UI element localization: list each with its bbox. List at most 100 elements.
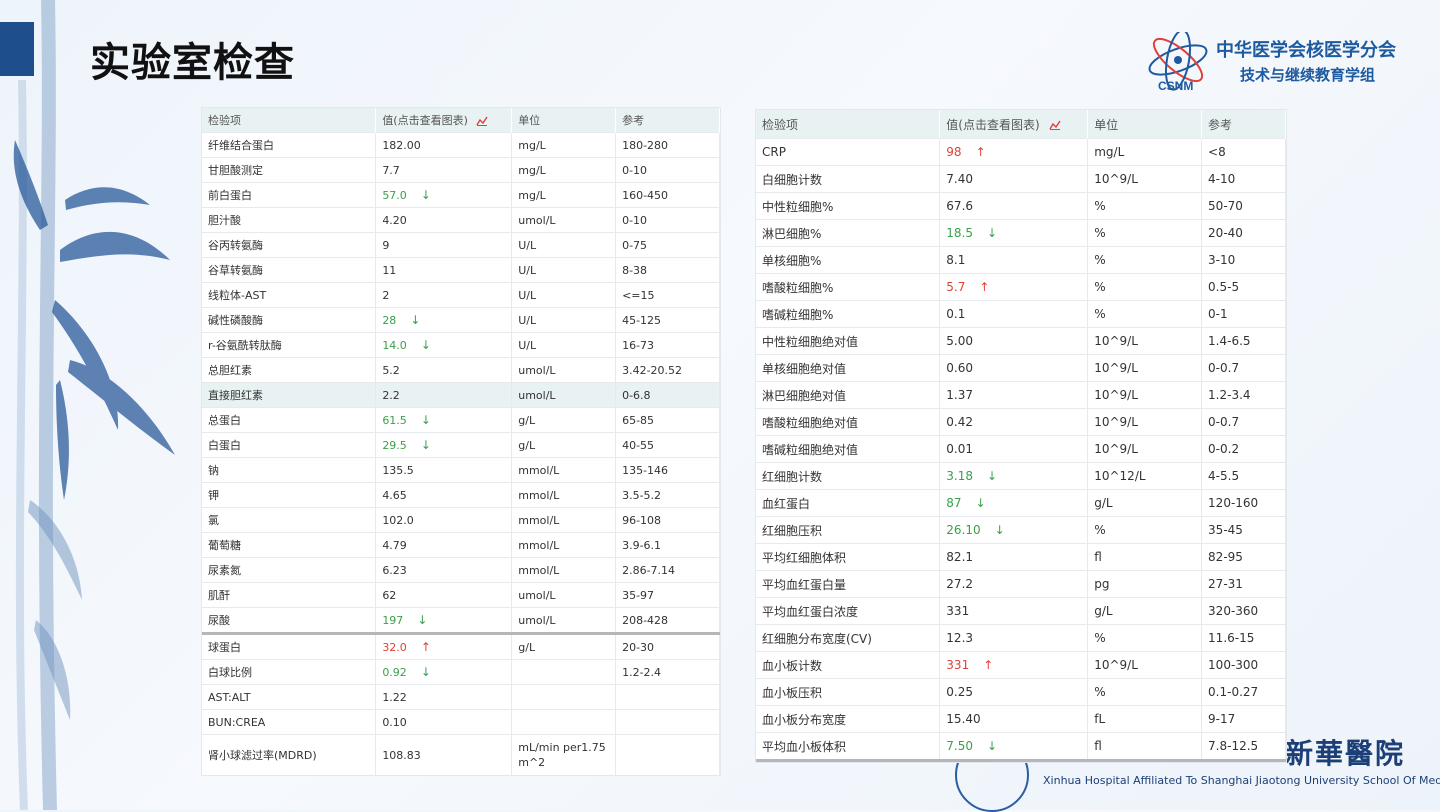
table-row[interactable]: 红细胞压积 26.10 ↓% 35-45	[756, 516, 1286, 544]
cell-value[interactable]: 57.0 ↓	[375, 182, 513, 208]
table-row[interactable]: r-谷氨酰转肽酶 14.0 ↓ U/L 16-73	[202, 332, 720, 358]
cell-value[interactable]: 62	[375, 582, 513, 608]
table-row[interactable]: 嗜酸粒细胞% 5.7 ↑% 0.5-5	[756, 273, 1286, 301]
table-row[interactable]: 直接胆红素 2.2 umol/L 0-6.8	[202, 382, 720, 408]
table-row[interactable]: 钾 4.65 mmol/L 3.5-5.2	[202, 482, 720, 508]
table-row[interactable]: 钠 135.5 mmol/L 135-146	[202, 457, 720, 483]
table-row[interactable]: 淋巴细胞绝对值 1.37 10^9/L 1.2-3.4	[756, 381, 1286, 409]
col-header-value[interactable]: 值(点击查看图表)	[939, 110, 1089, 139]
table-row[interactable]: 平均血红蛋白浓度 331 g/L 320-360	[756, 597, 1286, 625]
cell-value[interactable]: 87 ↓	[939, 489, 1089, 517]
table-row[interactable]: 平均红细胞体积 82.1 fl 82-95	[756, 543, 1286, 571]
cell-value[interactable]: 29.5 ↓	[375, 432, 513, 458]
cell-value[interactable]: 61.5 ↓	[375, 407, 513, 433]
cell-value[interactable]: 182.00	[375, 132, 513, 158]
table-row[interactable]: 尿酸 197 ↓ umol/L 208-428	[202, 607, 720, 634]
table-row[interactable]: 白细胞计数 7.40 10^9/L 4-10	[756, 165, 1286, 193]
table-row[interactable]: 球蛋白 32.0 ↑ g/L 20-30	[202, 632, 720, 660]
cell-value[interactable]: 26.10 ↓	[939, 516, 1089, 544]
table-row[interactable]: 线粒体-AST 2 U/L <=15	[202, 282, 720, 308]
cell-value[interactable]: 7.40	[939, 165, 1089, 193]
cell-value[interactable]: 197 ↓	[375, 607, 513, 634]
table-row[interactable]: 单核细胞% 8.1% 3-10	[756, 246, 1286, 274]
cell-value[interactable]: 0.25	[939, 678, 1089, 706]
table-row[interactable]: 谷丙转氨酶 9 U/L 0-75	[202, 232, 720, 258]
cell-value[interactable]: 82.1	[939, 543, 1089, 571]
cell-value[interactable]: 4.20	[375, 207, 513, 233]
cell-value[interactable]: 7.7	[375, 157, 513, 183]
cell-value[interactable]: 331 ↑	[939, 651, 1089, 679]
cell-value[interactable]: 8.1	[939, 246, 1089, 274]
cell-value[interactable]: 2.2	[375, 382, 513, 408]
table-row[interactable]: 尿素氮 6.23 mmol/L 2.86-7.14	[202, 557, 720, 583]
cell-value[interactable]: 135.5	[375, 457, 513, 483]
table-row[interactable]: 平均血小板体积 7.50 ↓ fl 7.8-12.5	[756, 732, 1286, 762]
cell-value[interactable]: 27.2	[939, 570, 1089, 598]
cell-value[interactable]: 6.23	[375, 557, 513, 583]
cell-value[interactable]: 7.50 ↓	[939, 732, 1089, 762]
cell-value[interactable]: 5.2	[375, 357, 513, 383]
line-chart-icon[interactable]	[1048, 120, 1061, 130]
table-row[interactable]: 总胆红素 5.2 umol/L 3.42-20.52	[202, 357, 720, 383]
cell-value[interactable]: 67.6	[939, 192, 1089, 220]
table-row[interactable]: 嗜碱粒细胞% 0.1% 0-1	[756, 300, 1286, 328]
table-row[interactable]: 总蛋白 61.5 ↓ g/L 65-85	[202, 407, 720, 433]
cell-value[interactable]: 4.79	[375, 532, 513, 558]
table-row[interactable]: 平均血红蛋白量 27.2 pg 27-31	[756, 570, 1286, 598]
cell-value[interactable]: 11	[375, 257, 513, 283]
cell-value[interactable]: 0.60	[939, 354, 1089, 382]
cell-value[interactable]: 5.7 ↑	[939, 273, 1089, 301]
table-row[interactable]: 红细胞计数 3.18 ↓ 10^12/L 4-5.5	[756, 462, 1286, 490]
table-row[interactable]: 谷草转氨酶 11 U/L 8-38	[202, 257, 720, 283]
cell-value[interactable]: 1.22	[375, 684, 513, 710]
cell-value[interactable]: 0.42	[939, 408, 1089, 436]
cell-value[interactable]: 18.5 ↓	[939, 219, 1089, 247]
table-row[interactable]: 中性粒细胞% 67.6% 50-70	[756, 192, 1286, 220]
table-row[interactable]: 白球比例 0.92 ↓ 1.2-2.4	[202, 659, 720, 685]
table-row[interactable]: 血红蛋白 87 ↓ g/L 120-160	[756, 489, 1286, 517]
cell-value[interactable]: 331	[939, 597, 1089, 625]
table-row[interactable]: BUN:CREA 0.10	[202, 709, 720, 735]
table-row[interactable]: 单核细胞绝对值 0.60 10^9/L 0-0.7	[756, 354, 1286, 382]
cell-value[interactable]: 5.00	[939, 327, 1089, 355]
table-row[interactable]: AST:ALT 1.22	[202, 684, 720, 710]
table-row[interactable]: 嗜酸粒细胞绝对值 0.42 10^9/L 0-0.7	[756, 408, 1286, 436]
table-row[interactable]: 淋巴细胞% 18.5 ↓% 20-40	[756, 219, 1286, 247]
cell-value[interactable]: 102.0	[375, 507, 513, 533]
cell-value[interactable]: 28 ↓	[375, 307, 513, 333]
table-row[interactable]: 纤维结合蛋白 182.00 mg/L 180-280	[202, 132, 720, 158]
cell-value[interactable]: 2	[375, 282, 513, 308]
table-row[interactable]: 血小板压积 0.25% 0.1-0.27	[756, 678, 1286, 706]
col-header-value[interactable]: 值(点击查看图表)	[375, 108, 513, 133]
table-row[interactable]: CRP 98 ↑ mg/L <8	[756, 138, 1286, 166]
cell-value[interactable]: 0.92 ↓	[375, 659, 513, 685]
table-row[interactable]: 白蛋白 29.5 ↓ g/L 40-55	[202, 432, 720, 458]
table-row[interactable]: 血小板计数 331 ↑ 10^9/L 100-300	[756, 651, 1286, 679]
cell-value[interactable]: 32.0 ↑	[375, 632, 513, 660]
table-row[interactable]: 中性粒细胞绝对值 5.00 10^9/L 1.4-6.5	[756, 327, 1286, 355]
table-row[interactable]: 氯 102.0 mmol/L 96-108	[202, 507, 720, 533]
table-row[interactable]: 红细胞分布宽度(CV) 12.3% 11.6-15	[756, 624, 1286, 652]
cell-value[interactable]: 12.3	[939, 624, 1089, 652]
table-row[interactable]: 葡萄糖 4.79 mmol/L 3.9-6.1	[202, 532, 720, 558]
cell-value[interactable]: 1.37	[939, 381, 1089, 409]
cell-value[interactable]: 9	[375, 232, 513, 258]
line-chart-icon[interactable]	[476, 116, 488, 126]
table-row[interactable]: 血小板分布宽度 15.40 fL 9-17	[756, 705, 1286, 733]
table-row[interactable]: 甘胆酸测定 7.7 mg/L 0-10	[202, 157, 720, 183]
cell-value[interactable]: 3.18 ↓	[939, 462, 1089, 490]
cell-value[interactable]: 15.40	[939, 705, 1089, 733]
table-row[interactable]: 碱性磷酸酶 28 ↓ U/L 45-125	[202, 307, 720, 333]
cell-value[interactable]: 98 ↑	[939, 138, 1089, 166]
cell-value[interactable]: 0.10	[375, 709, 513, 735]
table-row[interactable]: 嗜碱粒细胞绝对值 0.01 10^9/L 0-0.2	[756, 435, 1286, 463]
cell-value[interactable]: 0.1	[939, 300, 1089, 328]
cell-value[interactable]: 14.0 ↓	[375, 332, 513, 358]
cell-value[interactable]: 108.83	[375, 734, 513, 775]
table-row[interactable]: 前白蛋白 57.0 ↓ mg/L 160-450	[202, 182, 720, 208]
table-row[interactable]: 胆汁酸 4.20 umol/L 0-10	[202, 207, 720, 233]
cell-value[interactable]: 4.65	[375, 482, 513, 508]
table-row[interactable]: 肾小球滤过率(MDRD) 108.83 mL/min per1.75 m^2	[202, 734, 720, 775]
table-row[interactable]: 肌酐 62 umol/L 35-97	[202, 582, 720, 608]
cell-value[interactable]: 0.01	[939, 435, 1089, 463]
